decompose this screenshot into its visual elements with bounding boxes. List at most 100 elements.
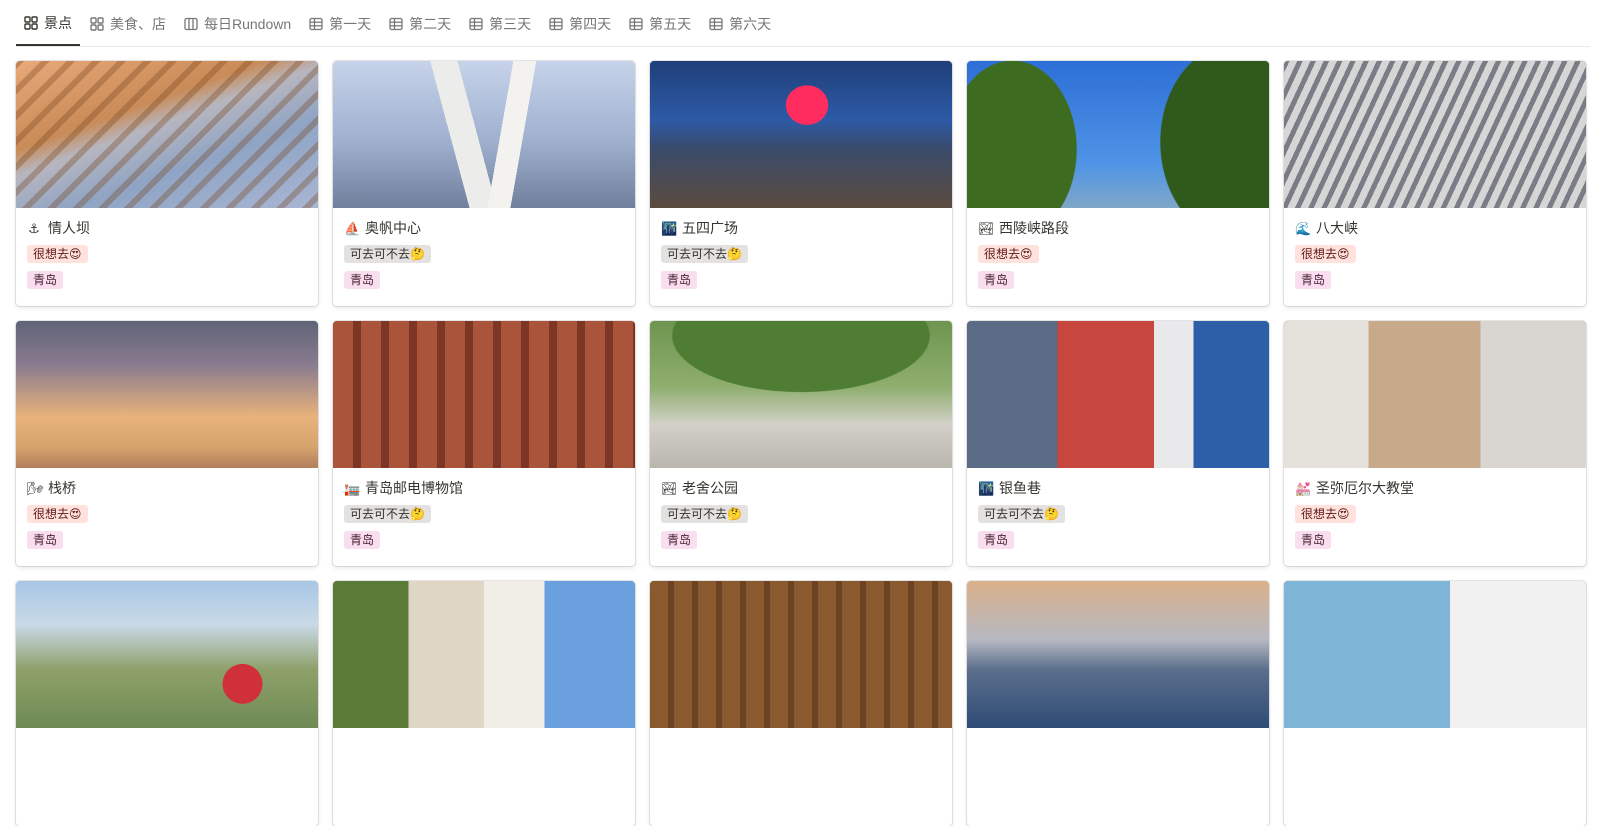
view-tabs: 景点 美食、店 每日Rundown 第一天 第二天 第三天 第四天 第五天 第六天 <box>16 0 1590 47</box>
card-cover-image <box>16 61 318 208</box>
city-tag-row: 青岛 <box>661 531 952 549</box>
card-cover-image <box>650 61 952 208</box>
gallery-card[interactable] <box>16 581 318 826</box>
card-title-row: ⛵ 奥帆中心 <box>344 218 624 238</box>
table-icon <box>469 17 483 31</box>
card-title-row: 🌬 栈桥 <box>27 478 307 498</box>
gallery-card[interactable] <box>967 581 1269 826</box>
card-title-row: 🏞 老舍公园 <box>661 478 941 498</box>
page-emoji-icon: 🌬 <box>27 480 44 496</box>
gallery-card[interactable]: 🏣 青岛邮电博物馆可去可不去🤔 青岛 <box>333 321 635 566</box>
want-tag: 可去可不去🤔 <box>661 245 748 263</box>
page-emoji-icon: 🌃 <box>978 480 995 496</box>
city-tag: 青岛 <box>978 271 1015 289</box>
tab-1[interactable]: 景点 <box>16 2 80 46</box>
tab-7[interactable]: 第四天 <box>541 2 619 46</box>
city-tag-row: 青岛 <box>27 531 318 549</box>
table-icon <box>389 17 403 31</box>
card-title: 情人坝 <box>48 220 90 236</box>
card-cover-image <box>967 321 1269 468</box>
board-icon <box>184 17 198 31</box>
gallery-card[interactable]: 🏞 西陵峡路段 很想去😍 青岛 <box>967 61 1269 306</box>
tab-2[interactable]: 美食、店 <box>82 2 174 46</box>
city-tag-row: 青岛 <box>1295 271 1586 289</box>
city-tag-row: 青岛 <box>27 271 318 289</box>
card-title: 八大峡 <box>1316 220 1358 236</box>
gallery-card[interactable]: 🌃 五四广场可去可不去🤔 青岛 <box>650 61 952 306</box>
card-cover-image <box>1284 581 1586 728</box>
card-cover-image <box>16 581 318 728</box>
page-emoji-icon: 🌊 <box>1295 220 1312 236</box>
tab-label: 第四天 <box>569 16 612 32</box>
want-tag-row: 可去可不去🤔 <box>661 505 952 523</box>
tab-9[interactable]: 第六天 <box>701 2 779 46</box>
tab-label: 第五天 <box>649 16 692 32</box>
tab-label: 美食、店 <box>110 16 166 32</box>
city-tag: 青岛 <box>661 271 698 289</box>
city-tag: 青岛 <box>1295 271 1332 289</box>
gallery-icon <box>90 17 104 31</box>
card-title: 老舍公园 <box>682 480 738 496</box>
city-tag-row: 青岛 <box>344 271 635 289</box>
want-tag-row: 可去可不去🤔 <box>344 245 635 263</box>
gallery-card[interactable]: 💒 圣弥厄尔大教堂 很想去😍 青岛 <box>1284 321 1586 566</box>
card-title-row: 💒 圣弥厄尔大教堂 <box>1295 478 1575 498</box>
gallery-card[interactable] <box>650 581 952 826</box>
city-tag-row: 青岛 <box>978 531 1269 549</box>
want-tag: 很想去😍 <box>1295 245 1356 263</box>
gallery-grid: ⚓ 情人坝 很想去😍 青岛 ⛵ 奥帆中心 可去可不去🤔 青岛 🌃 五四广场 可去可不去🤔 青岛 🏞 西陵峡… <box>16 61 1586 826</box>
page-emoji-icon: ⛵ <box>344 220 361 236</box>
card-cover-image <box>1284 61 1586 208</box>
table-icon <box>709 17 723 31</box>
page-emoji-icon: 🏞 <box>978 220 995 236</box>
card-cover-image <box>1284 321 1586 468</box>
table-icon <box>549 17 563 31</box>
gallery-card[interactable]: ⚓ 情人坝很想去😍 青岛 <box>16 61 318 306</box>
card-cover-image <box>967 61 1269 208</box>
page-emoji-icon: 🌃 <box>661 220 678 236</box>
city-tag: 青岛 <box>27 271 64 289</box>
card-cover-image <box>650 581 952 728</box>
gallery-card[interactable]: 🌃 银鱼巷可去可不去🤔 青岛 <box>967 321 1269 566</box>
card-cover-image <box>333 61 635 208</box>
want-tag: 很想去😍 <box>978 245 1039 263</box>
page-emoji-icon: ⚓ <box>28 220 40 236</box>
tab-4[interactable]: 第一天 <box>301 2 379 46</box>
card-cover-image <box>16 321 318 468</box>
city-tag: 青岛 <box>978 531 1015 549</box>
want-tag-row: 很想去😍 <box>27 245 318 263</box>
card-title-row: 🌃 五四广场 <box>661 218 941 238</box>
gallery-card[interactable]: 🌊 八大峡很想去😍 青岛 <box>1284 61 1586 306</box>
tab-8[interactable]: 第五天 <box>621 2 699 46</box>
tab-label: 第六天 <box>729 16 772 32</box>
card-title: 青岛邮电博物馆 <box>365 480 463 496</box>
card-title-row: 🏞 西陵峡路段 <box>978 218 1258 238</box>
gallery-card[interactable]: 🌬 栈桥很想去😍 青岛 <box>16 321 318 566</box>
want-tag-row: 可去可不去🤔 <box>978 505 1269 523</box>
card-cover-image <box>967 581 1269 728</box>
tab-5[interactable]: 第二天 <box>381 2 459 46</box>
tab-6[interactable]: 第三天 <box>461 2 539 46</box>
want-tag: 可去可不去🤔 <box>661 505 748 523</box>
gallery-card[interactable] <box>1284 581 1586 826</box>
table-icon <box>629 17 643 31</box>
tab-label: 每日Rundown <box>204 16 292 32</box>
city-tag-row: 青岛 <box>1295 531 1586 549</box>
want-tag: 很想去😍 <box>27 505 88 523</box>
card-title-row: ⚓ 情人坝 <box>27 218 307 238</box>
card-cover-image <box>650 321 952 468</box>
card-title: 西陵峡路段 <box>999 220 1069 236</box>
card-title: 栈桥 <box>48 480 76 496</box>
gallery-card[interactable]: ⛵ 奥帆中心可去可不去🤔 青岛 <box>333 61 635 306</box>
page-emoji-icon: 🏣 <box>344 480 361 496</box>
card-title-row: 🌃 银鱼巷 <box>978 478 1258 498</box>
want-tag-row: 很想去😍 <box>27 505 318 523</box>
city-tag: 青岛 <box>344 531 381 549</box>
gallery-card[interactable]: 🏞 老舍公园可去可不去🤔 青岛 <box>650 321 952 566</box>
tab-3[interactable]: 每日Rundown <box>176 2 299 46</box>
tab-label: 第一天 <box>329 16 372 32</box>
card-cover-image <box>333 321 635 468</box>
gallery-card[interactable] <box>333 581 635 826</box>
want-tag: 可去可不去🤔 <box>344 505 431 523</box>
table-icon <box>309 17 323 31</box>
